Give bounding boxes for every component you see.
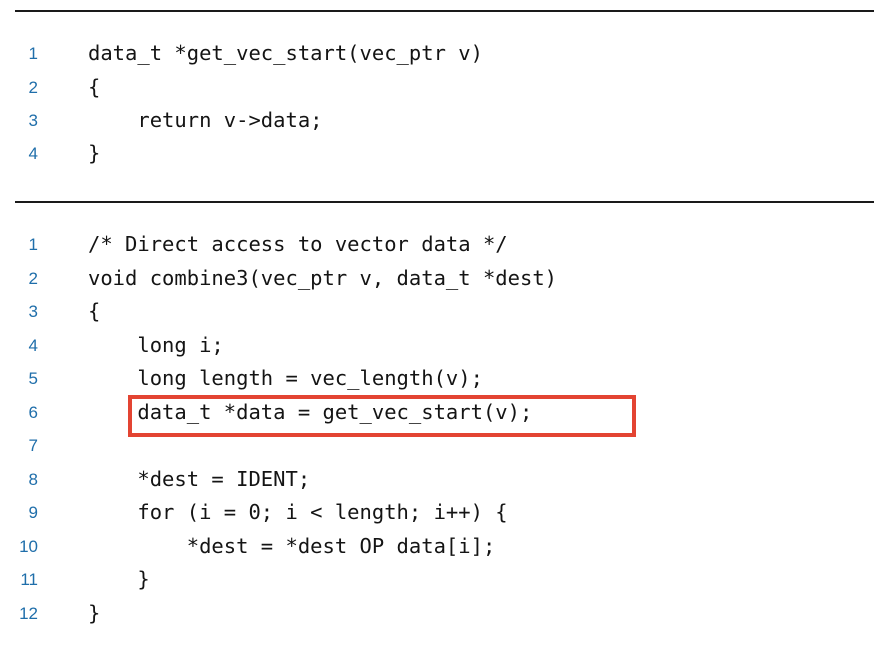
- code-text: /* Direct access to vector data */: [88, 232, 508, 256]
- code-text: {: [88, 75, 101, 99]
- line-number: 12: [19, 604, 38, 623]
- line-number: 6: [28, 403, 38, 422]
- line-number: 4: [28, 144, 38, 163]
- code-text: return v->data;: [88, 108, 323, 132]
- code-line: 4 }: [0, 137, 874, 170]
- code-text: long length = vec_length(v);: [88, 366, 483, 390]
- code-line: 3 return v->data;: [0, 104, 874, 137]
- code-line: 1 data_t *get_vec_start(vec_ptr v): [0, 37, 874, 70]
- code-line: 4 long i;: [0, 329, 874, 362]
- code-text: *dest = *dest OP data[i];: [88, 534, 496, 558]
- code-line: 2 void combine3(vec_ptr v, data_t *dest): [0, 262, 874, 295]
- code-text: for (i = 0; i < length; i++) {: [88, 500, 508, 524]
- code-text: long i;: [88, 333, 224, 357]
- line-number: 2: [28, 78, 38, 97]
- line-number: 1: [28, 235, 38, 254]
- top-rule: [15, 10, 874, 12]
- code-text: void combine3(vec_ptr v, data_t *dest): [88, 266, 557, 290]
- line-number: 2: [28, 269, 38, 288]
- code-line: 8 *dest = IDENT;: [0, 463, 874, 496]
- line-number: 7: [28, 436, 38, 455]
- code-line: 12 }: [0, 597, 874, 630]
- line-number: 3: [28, 111, 38, 130]
- highlight-box: [128, 395, 636, 437]
- line-number: 8: [28, 470, 38, 489]
- code-line: 5 long length = vec_length(v);: [0, 362, 874, 395]
- line-number: 5: [28, 369, 38, 388]
- code-text: }: [88, 141, 101, 165]
- code-text: }: [88, 567, 150, 591]
- code-line: 11 }: [0, 563, 874, 596]
- line-number: 9: [28, 503, 38, 522]
- line-number: 4: [28, 336, 38, 355]
- code-line: 9 for (i = 0; i < length; i++) {: [0, 496, 874, 529]
- line-number: 10: [19, 537, 38, 556]
- code-text: *dest = IDENT;: [88, 467, 311, 491]
- code-line: 10 *dest = *dest OP data[i];: [0, 530, 874, 563]
- line-number: 11: [20, 570, 38, 589]
- code-text: {: [88, 299, 101, 323]
- code-text: }: [88, 601, 101, 625]
- middle-rule: [15, 201, 874, 203]
- code-text: data_t *get_vec_start(vec_ptr v): [88, 41, 483, 65]
- code-line: 1 /* Direct access to vector data */: [0, 228, 874, 261]
- code-line: 2 {: [0, 71, 874, 104]
- line-number: 3: [28, 302, 38, 321]
- code-line: 3 {: [0, 295, 874, 328]
- line-number: 1: [28, 44, 38, 63]
